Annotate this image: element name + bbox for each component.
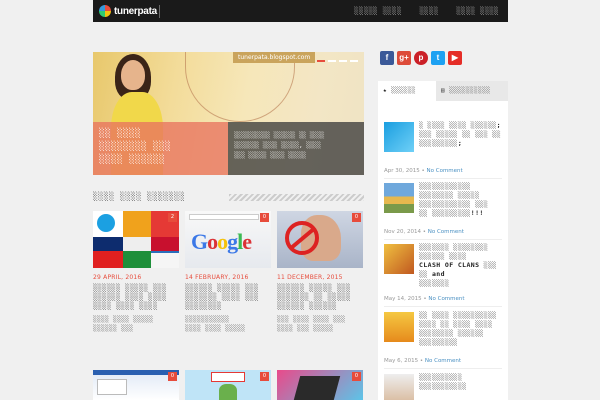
article-card: Google 0 14 FEBRUARY, 2016 ░░░░░░ ░░░░░ … (185, 211, 271, 333)
article-card: 2 29 APRIL, 2016 ░░░░░░ ░░░░░ ░░░ ░░░░░░… (93, 211, 179, 333)
tab-recent[interactable]: ▤ ░░░░░░░░░░ (436, 81, 508, 101)
sidebar-post-meta: Apr 30, 2015 • No Comment (384, 168, 463, 174)
nav-item-1[interactable]: ░░░░░ ░░░░ (346, 0, 411, 22)
post-date: May 6, 2015 (384, 358, 419, 364)
sidebar-post-meta: May 6, 2015 • No Comment (384, 358, 462, 364)
logo-text: tunerpata (114, 5, 157, 17)
article-thumbnail[interactable]: 0 (93, 370, 179, 400)
sidebar-post[interactable]: ░░ ░░░░ ░░░░░░░░░░ ░░░░ ░░ ░░░░ ░░░░ ░░░… (384, 309, 502, 369)
article-excerpt: ░░░░░░░░░░░ ░░░░ ░░░░ ░░░░░ (185, 316, 246, 332)
article-title[interactable]: ░░░░░░ ░░░░░ ░░░ ░░░░░░░ ░░ ░░░░░ ░░░░░░… (277, 284, 363, 311)
logo-icon (99, 5, 111, 17)
top-header-bar: tunerpata ░░░░░ ░░░░ ░░░░ ░░░░ ░░░░ (93, 0, 508, 22)
sidebar-post-thumbnail[interactable] (384, 312, 414, 342)
social-icons: f g+ p t ▶ (380, 51, 462, 65)
slider-title-line: ░░░░░░░░ ░░░ (99, 142, 172, 152)
section-divider (229, 194, 364, 201)
article-thumbnail[interactable]: 0 (277, 211, 363, 268)
article-title[interactable]: ░░░░░░ ░░░░░ ░░░ ░░░░░░ ░░░░ ░░░░ ░░░░ ░… (93, 284, 179, 311)
sidebar-post-title[interactable]: ░░░░░░░░░░░░ ░░░░░░░░ ░░░░░ ░░░░░░░░░░░░… (419, 182, 502, 218)
section-title: ░░░░ ░░░░ ░░░░░░░ (93, 192, 192, 201)
post-date: Apr 30, 2015 (384, 168, 420, 174)
sidebar-post-title[interactable]: ░░░░░░░░░░ ░░░░░░░░░░░ (419, 373, 502, 391)
sidebar-post-thumbnail[interactable] (384, 122, 414, 152)
post-comments-link[interactable]: No Comment (428, 296, 464, 302)
sidebar-tab-bar: ★ ░░░░░░ ▤ ░░░░░░░░░░ (378, 81, 508, 101)
sidebar-post[interactable]: ░░░░░░░░░░ ░░░░░░░░░░░ (384, 371, 502, 400)
post-date: Nov 20, 2014 (384, 229, 421, 235)
article-date: 14 FEBRUARY, 2016 (185, 274, 249, 281)
article-thumbnail[interactable]: 2 (93, 211, 179, 268)
facebook-icon[interactable]: f (380, 51, 394, 65)
pinterest-icon[interactable]: p (414, 51, 428, 65)
slider-caption-excerpt: ░░░░░░░░░░ ░░░░░░ ░░ ░░░░ ░░░░░░░ ░░░░ ░… (228, 122, 364, 175)
slider-title-line: ░░░░ ░░░░░░ (99, 155, 166, 165)
logo-divider (158, 4, 160, 18)
sidebar-post-title[interactable]: ░ ░░░░ ░░░░ ░░░░░░; ░░░ ░░░░░ ░░ ░░░ ░░ … (419, 121, 502, 148)
sidebar-post[interactable]: ░ ░░░░ ░░░░ ░░░░░░; ░░░ ░░░░░ ░░ ░░░ ░░ … (384, 119, 502, 179)
slider-caption-title[interactable]: ░░ ░░░░ ░░░░░░░░ ░░░ ░░░░ ░░░░░░ (93, 122, 228, 175)
article-excerpt: ░░░ ░░░░ ░░░░ ░░░ ░░░░ ░░░ ░░░░░ (277, 316, 346, 332)
post-date: May 14, 2015 (384, 296, 422, 302)
comment-count-badge: 0 (260, 372, 269, 381)
post-comments-link[interactable]: No Comment (428, 229, 464, 235)
slider-dot[interactable] (350, 60, 358, 62)
article-thumbnail[interactable]: 0 (185, 370, 271, 400)
post-comments-link[interactable]: No Comment (427, 168, 463, 174)
article-date: 11 DECEMBER, 2015 (277, 274, 343, 281)
twitter-icon[interactable]: t (431, 51, 445, 65)
tab-popular[interactable]: ★ ░░░░░░ (378, 81, 436, 101)
book-icon: ▤ (441, 87, 446, 94)
slider-pagination (317, 60, 358, 62)
article-title[interactable]: ░░░░░░ ░░░░░ ░░░ ░░░░░░░ ░░░░ ░░░ ░░░░░░… (185, 284, 271, 311)
site-logo[interactable]: tunerpata (99, 4, 160, 18)
comment-count-badge: 2 (168, 213, 177, 222)
sidebar-post[interactable]: ░░░░░░░ ░░░░░░░░ ░░░░░░ ░░░░ CLASH OF CL… (384, 241, 502, 307)
sidebar-post-meta: May 14, 2015 • No Comment (384, 296, 465, 302)
slider-watermark: tunerpata.blogspot.com (233, 52, 316, 63)
comment-count-badge: 0 (352, 213, 361, 222)
article-excerpt: ░░░░ ░░░░ ░░░░░ ░░░░░░ ░░░ (93, 316, 154, 332)
sidebar-tabs-widget: ★ ░░░░░░ ▤ ░░░░░░░░░░ ░ ░░░░ ░░░░ ░░░░░░… (378, 81, 508, 400)
slider-excerpt-line: ░░░ ░░░░░ ░░░░ ░░░░░ (234, 152, 307, 159)
article-date: 29 APRIL, 2016 (93, 274, 142, 281)
comment-count-badge: 0 (168, 372, 177, 381)
slider-excerpt-line: ░░░░░░░░░░ ░░░░░░ ░░ ░░░░ (234, 132, 325, 139)
youtube-icon[interactable]: ▶ (448, 51, 462, 65)
sidebar-post-meta: Nov 20, 2014 • No Comment (384, 229, 464, 235)
post-comments-link[interactable]: No Comment (425, 358, 461, 364)
nav-item-3[interactable]: ░░░░ ░░░░ (448, 0, 508, 22)
slider-title-line: ░░ ░░░░ (99, 129, 142, 139)
slider-dot[interactable] (328, 60, 336, 62)
star-icon: ★ (383, 87, 388, 94)
slider-dot[interactable] (317, 60, 325, 62)
sidebar-post[interactable]: ░░░░░░░░░░░░ ░░░░░░░░ ░░░░░ ░░░░░░░░░░░░… (384, 180, 502, 240)
sidebar-post-title[interactable]: ░░░░░░░ ░░░░░░░░ ░░░░░░ ░░░░ CLASH OF CL… (419, 243, 502, 288)
section-heading: ░░░░ ░░░░ ░░░░░░░ (93, 191, 364, 205)
tab-label: ░░░░░░░░░░ (449, 87, 491, 94)
google-logo-image: Google (191, 229, 252, 254)
slider-excerpt-line: ░░░░░░░ ░░░░ ░░░░░, ░░░░ (234, 142, 321, 149)
sidebar-post-thumbnail[interactable] (384, 374, 414, 400)
sidebar-post-thumbnail[interactable] (384, 183, 414, 213)
google-plus-icon[interactable]: g+ (397, 51, 411, 65)
slider-dot[interactable] (339, 60, 347, 62)
sidebar-post-thumbnail[interactable] (384, 244, 414, 274)
main-nav: ░░░░░ ░░░░ ░░░░ ░░░░ ░░░░ (346, 0, 508, 22)
sidebar-post-title[interactable]: ░░ ░░░░ ░░░░░░░░░░ ░░░░ ░░ ░░░░ ░░░░ ░░░… (419, 311, 502, 347)
nav-item-2[interactable]: ░░░░ (411, 0, 448, 22)
tab-label: ░░░░░░ (391, 87, 416, 94)
featured-slider[interactable]: tunerpata.blogspot.com ░░ ░░░░ ░░░░░░░░ … (93, 52, 364, 175)
comment-count-badge: 0 (352, 372, 361, 381)
comment-count-badge: 0 (260, 213, 269, 222)
article-thumbnail[interactable]: Google 0 (185, 211, 271, 268)
article-thumbnail[interactable]: 0 (277, 370, 363, 400)
article-card: 0 11 DECEMBER, 2015 ░░░░░░ ░░░░░ ░░░ ░░░… (277, 211, 363, 333)
